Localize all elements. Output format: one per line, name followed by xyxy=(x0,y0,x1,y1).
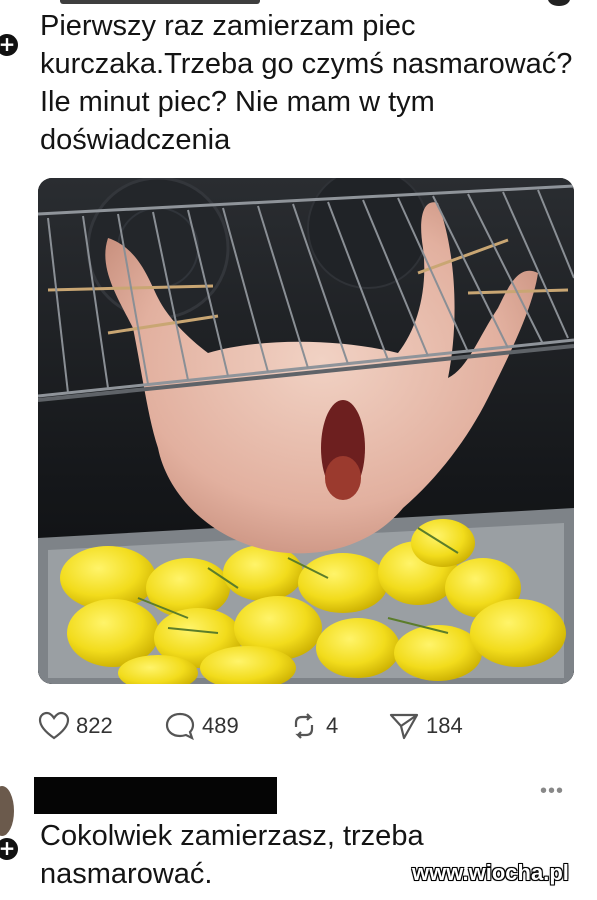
reply-count: 489 xyxy=(202,713,239,738)
post-text: Pierwszy raz zamierzam piec kurczaka.Trz… xyxy=(40,10,573,156)
post-actions: 822 489 4 184 xyxy=(38,708,558,744)
reply-follow-plus-icon[interactable]: + xyxy=(0,836,20,862)
redacted-reply-username xyxy=(34,777,277,814)
redacted-username xyxy=(60,0,260,4)
heart-icon xyxy=(38,711,70,740)
reply-button[interactable]: 489 xyxy=(164,708,239,744)
repost-count: 4 xyxy=(326,713,339,738)
follow-plus-icon[interactable]: + xyxy=(0,32,20,58)
share-button[interactable]: 184 xyxy=(388,708,463,744)
comment-icon xyxy=(165,712,195,741)
repost-icon xyxy=(294,713,314,739)
share-count: 184 xyxy=(426,713,463,738)
like-button[interactable]: 822 xyxy=(38,708,113,744)
like-count: 822 xyxy=(76,713,113,738)
watermark: www.wiocha.pl xyxy=(412,860,569,885)
post-image[interactable] xyxy=(38,178,574,684)
chicken-oven-illustration xyxy=(38,178,574,684)
send-icon xyxy=(389,713,419,740)
more-options-icon[interactable]: ••• xyxy=(540,780,564,803)
repost-button[interactable]: 4 xyxy=(288,708,338,744)
reply-avatar[interactable] xyxy=(0,786,14,836)
